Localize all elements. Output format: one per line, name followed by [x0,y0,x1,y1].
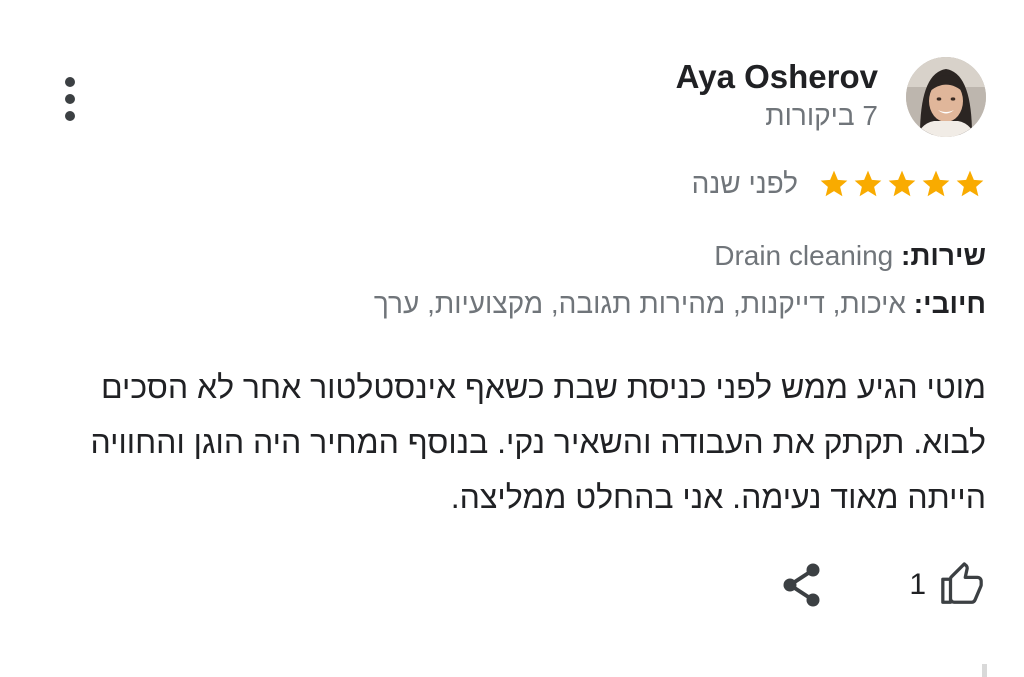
star-icon [888,170,916,197]
review-time-ago: לפני שנה [691,168,798,199]
star-icon [922,170,950,197]
author-name[interactable]: Aya Osherov [676,58,878,96]
like-button[interactable]: 1 [909,560,986,610]
share-button[interactable] [780,562,824,608]
like-count: 1 [909,568,926,601]
avatar-photo [906,57,986,137]
review-text: מוטי הגיע ממש לפני כניסת שבת כשאף אינסטל… [90,369,986,515]
services-label: שירות: [901,240,986,271]
positives-label: חיובי: [913,288,986,319]
review-card: Aya Osherov 7 ביקורות לפני שנה שירות: Dr… [0,0,1024,677]
author-avatar[interactable] [906,57,986,137]
scrollbar[interactable] [982,664,987,677]
star-icon [956,170,984,197]
services-line: שירות: Drain cleaning [714,240,986,272]
thumbs-up-icon [941,562,983,604]
author-review-count[interactable]: 7 ביקורות [765,100,878,132]
more-vertical-icon[interactable] [58,76,82,122]
services-value: Drain cleaning [714,240,894,271]
star-rating [818,168,986,200]
star-icon [820,170,848,197]
share-icon [783,563,820,607]
star-icon [854,170,882,197]
positives-line: חיובי: איכות, דייקנות, מהירות תגובה, מקצ… [374,288,986,320]
positives-value: איכות, דייקנות, מהירות תגובה, מקצועיות, … [373,288,907,319]
